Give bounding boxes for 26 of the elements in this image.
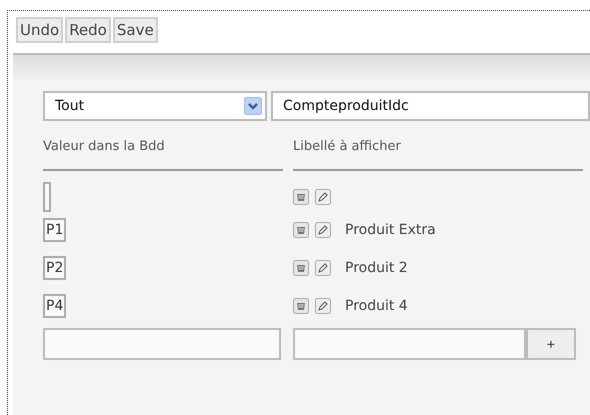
label-text: Produit 4 bbox=[345, 298, 408, 314]
value-field[interactable] bbox=[43, 182, 51, 212]
pencil-icon[interactable] bbox=[315, 298, 331, 314]
column-header: Libellé à afficher bbox=[293, 139, 583, 171]
new-value-field[interactable] bbox=[43, 328, 281, 360]
new-label-field[interactable] bbox=[293, 328, 526, 360]
caret-icon bbox=[244, 97, 262, 115]
pencil-icon[interactable] bbox=[315, 260, 331, 276]
name-field[interactable]: CompteproduitIdc bbox=[271, 91, 590, 121]
pencil-icon[interactable] bbox=[315, 189, 331, 205]
label-text: Produit Extra bbox=[345, 222, 436, 238]
add-button[interactable]: + bbox=[526, 328, 576, 360]
value-field[interactable]: P2 bbox=[43, 256, 66, 280]
pencil-icon[interactable] bbox=[315, 222, 331, 238]
label-text: Produit 2 bbox=[345, 260, 408, 276]
toolbar-button[interactable]: Save bbox=[112, 17, 158, 43]
column-header: Valeur dans la Bdd bbox=[43, 139, 283, 171]
trash-icon[interactable] bbox=[293, 222, 309, 238]
value-field[interactable]: P1 bbox=[43, 218, 66, 242]
trash-icon[interactable] bbox=[293, 189, 309, 205]
value-field[interactable]: P4 bbox=[43, 294, 66, 318]
filter-dropdown[interactable]: Tout bbox=[43, 91, 267, 121]
trash-icon[interactable] bbox=[293, 298, 309, 314]
toolbar-button[interactable]: Undo bbox=[16, 17, 64, 43]
toolbar-button[interactable]: Redo bbox=[65, 17, 111, 43]
trash-icon[interactable] bbox=[293, 260, 309, 276]
